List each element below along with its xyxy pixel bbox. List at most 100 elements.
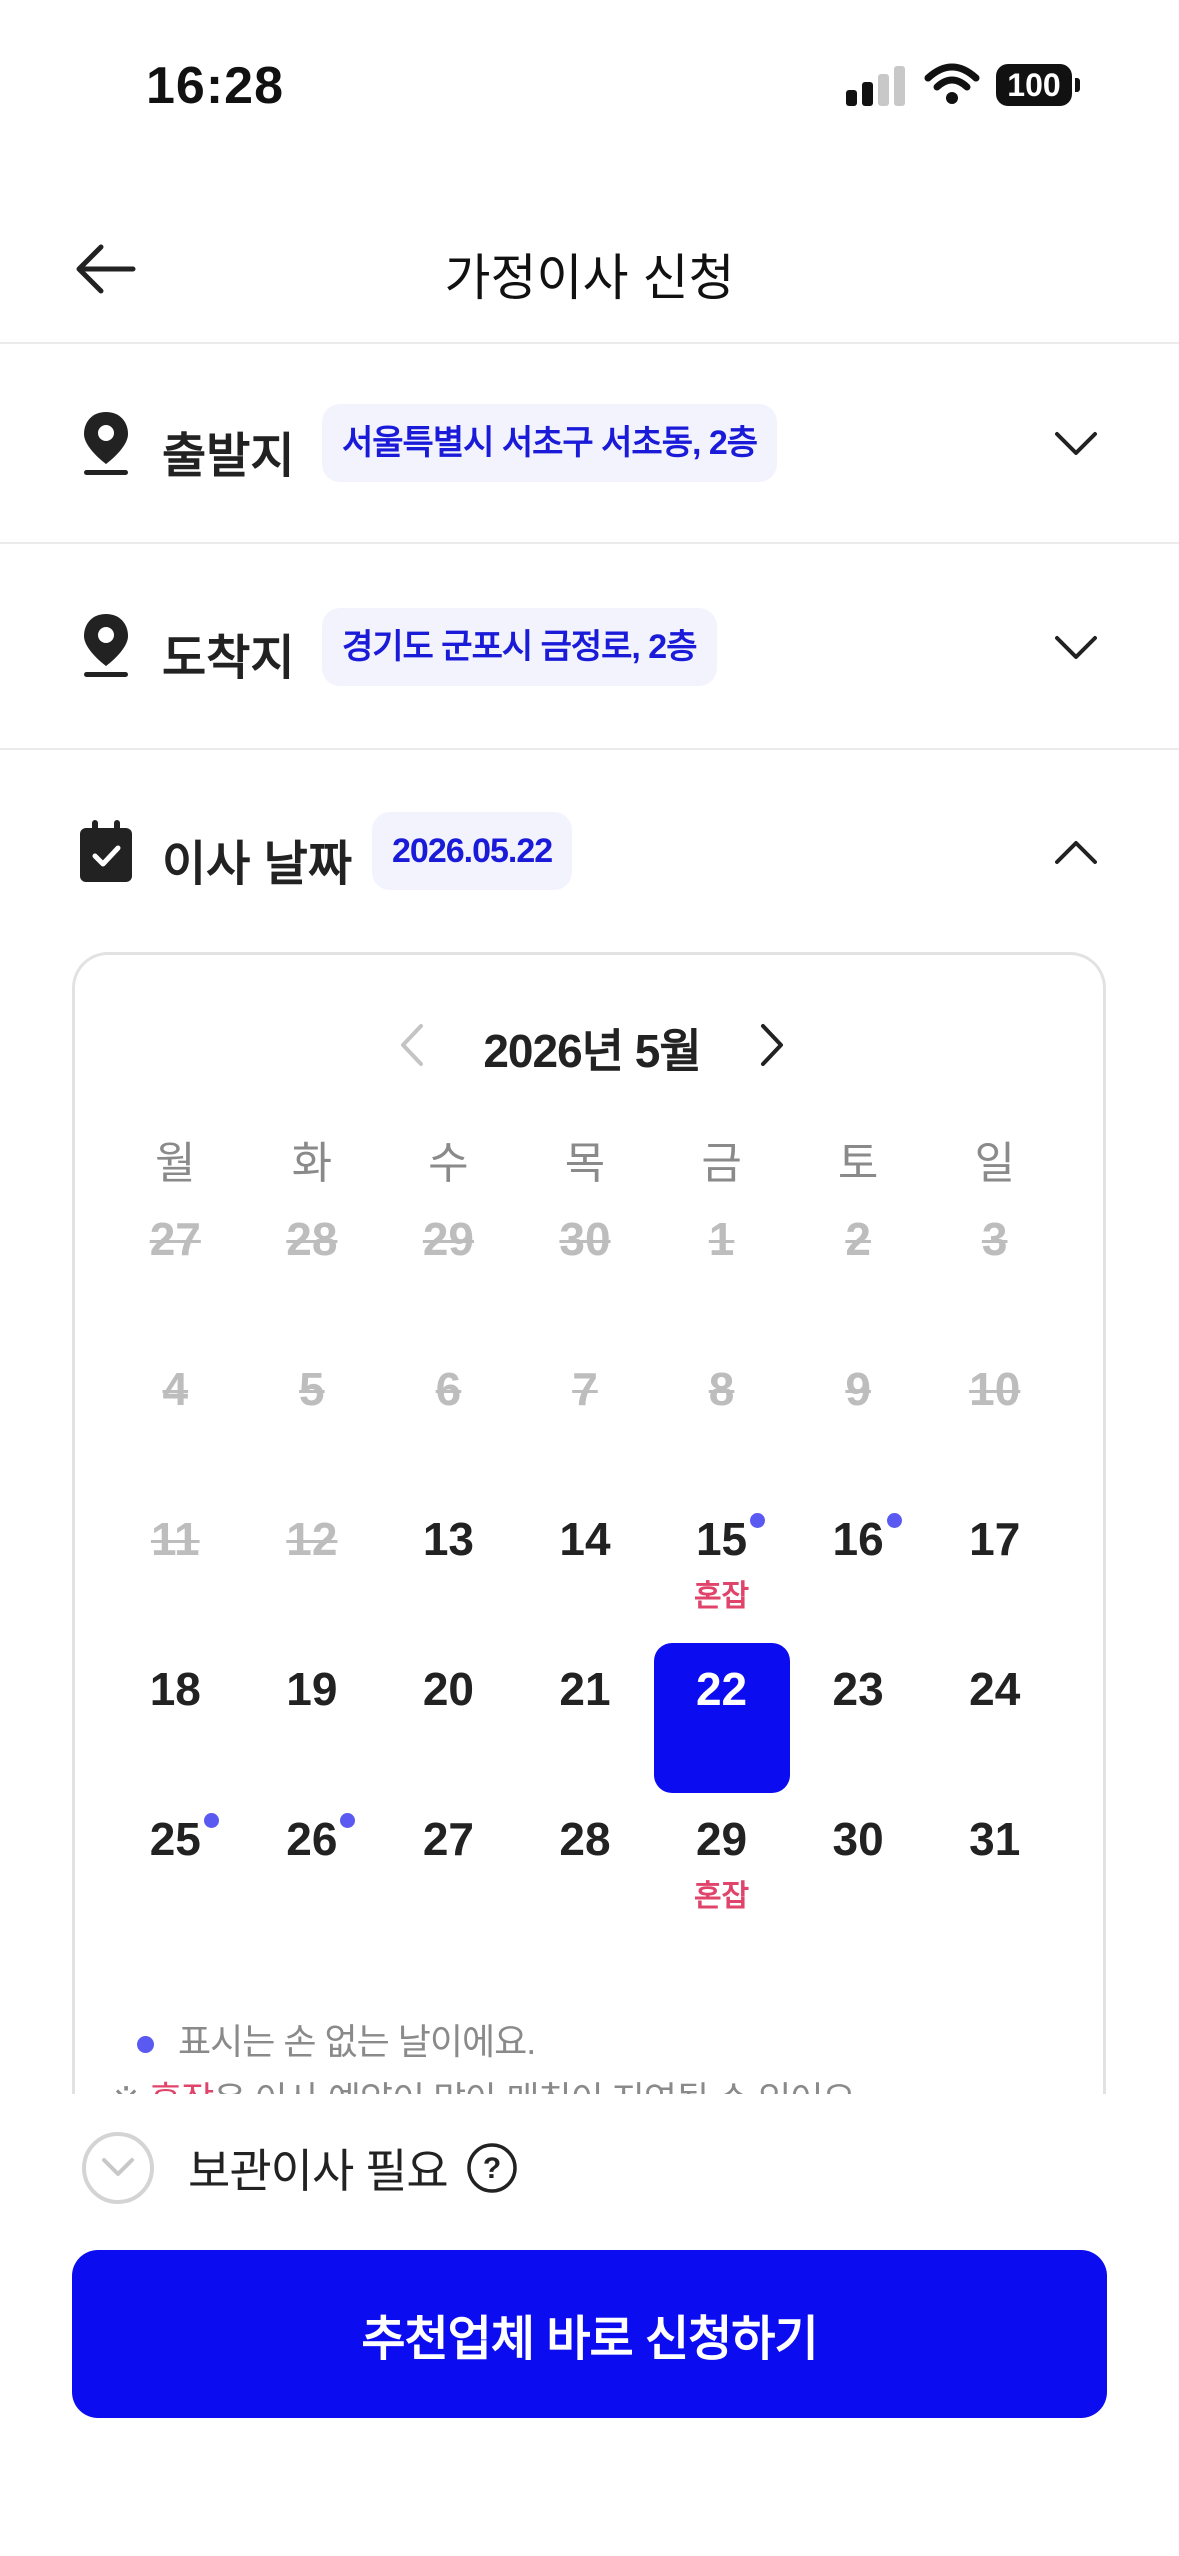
departure-address-chip: 서울특별시 서초구 서초동, 2층 [322,404,778,482]
busy-tag: 혼잡 [693,1580,750,1613]
chevron-up-icon[interactable] [1050,826,1102,878]
weekday-label: 목 [564,1139,606,1188]
no-bad-day-dot-icon [340,1813,356,1828]
day-number: 26 [286,1811,356,1867]
bottom-panel: 보관이사 필요 ? 추천업체 바로 신청하기 [0,2094,1179,2556]
day-number: 10 [969,1363,1021,1415]
wifi-icon [924,62,980,111]
calendar-day[interactable]: 13 [380,1493,517,1643]
calendar-day: 5 [244,1343,381,1493]
calendar-day[interactable]: 26 [244,1793,381,1943]
calendar-day: 9 [790,1343,927,1493]
calendar-day[interactable]: 30 [790,1793,927,1943]
day-number: 28 [286,1213,338,1265]
day-number: 29 [695,1813,748,1865]
day-number: 27 [149,1213,201,1265]
calendar-day[interactable]: 18 [107,1643,244,1793]
calendar-day[interactable]: 15 혼잡 [653,1493,790,1643]
legend-dot-text: 표시는 손 없는 날이에요. [178,2021,536,2062]
storage-move-label: 보관이사 필요 [188,2145,449,2197]
day-number: 21 [559,1663,611,1715]
no-bad-day-dot-icon [886,1513,902,1528]
calendar-day: 8 [653,1343,790,1493]
day-number: 12 [286,1513,338,1565]
day-number: 4 [162,1363,189,1415]
calendar-day[interactable]: 28 [517,1793,654,1943]
calendar-day[interactable]: 21 [517,1643,654,1793]
day-number: 9 [845,1363,871,1415]
day-number: 15 [696,1511,766,1567]
calendar-day[interactable]: 27 [380,1793,517,1943]
arrival-row[interactable]: 도착지 경기도 군포시 금정로, 2층 [0,546,1179,750]
calendar-day: 2 [790,1193,927,1343]
weekday-header: 월 화 수 목 금 토 일 [107,1127,1063,1191]
departure-row[interactable]: 출발지 서울특별시 서초구 서초동, 2층 [0,346,1179,544]
battery-icon: 100 [996,64,1080,106]
calendar-day[interactable]: 17 [926,1493,1063,1643]
calendar-day: 29 [380,1193,517,1343]
day-number: 30 [832,1813,884,1865]
apply-recommended-button[interactable]: 추천업체 바로 신청하기 [72,2250,1107,2418]
day-number: 30 [559,1213,611,1265]
calendar-day: 27 [107,1193,244,1343]
calendar-day[interactable]: 23 [790,1643,927,1793]
calendar: 2026년 5월 월 화 수 목 금 토 일 27 28 29 30 1 2 3 4 5 6 7 8 9… [72,952,1106,2152]
day-number: 23 [832,1663,884,1715]
calendar-day: 11 [107,1493,244,1643]
move-date-chip: 2026.05.22 [372,812,573,890]
chevron-left-icon [401,1024,423,1066]
storage-move-toggle[interactable]: 보관이사 필요 ? [82,2130,518,2206]
svg-text:?: ? [483,2152,501,2185]
day-number: 13 [422,1513,474,1565]
calendar-check-icon [80,820,132,882]
arrival-address-chip: 경기도 군포시 금정로, 2층 [322,608,717,686]
day-number: 7 [572,1363,598,1415]
chevron-down-icon[interactable] [1050,418,1102,470]
battery-level: 100 [996,64,1072,106]
weekday-label: 화 [291,1139,333,1188]
calendar-day[interactable]: 19 [244,1643,381,1793]
day-number: 18 [149,1663,201,1715]
calendar-day: 3 [926,1193,1063,1343]
location-pin-icon [84,614,128,677]
calendar-day[interactable]: 16 [790,1493,927,1643]
no-bad-day-dot-icon [203,1813,219,1828]
day-number: 2 [845,1213,871,1265]
day-number: 20 [422,1663,474,1715]
calendar-day[interactable]: 14 [517,1493,654,1643]
day-number: 8 [708,1363,735,1415]
status-time: 16:28 [146,57,284,115]
busy-tag: 혼잡 [693,1880,750,1913]
day-number: 16 [833,1511,902,1567]
calendar-day[interactable]: 25 [107,1793,244,1943]
calendar-day[interactable]: 31 [926,1793,1063,1943]
day-number: 6 [435,1363,462,1415]
weekday-label: 토 [837,1139,879,1188]
move-date-row[interactable]: 이사 날짜 2026.05.22 [0,752,1179,932]
legend-no-bad-day: 표시는 손 없는 날이에요. [137,2013,536,2065]
next-month-button[interactable] [747,1015,797,1075]
dot-indicator-icon [137,2035,154,2053]
day-number: 1 [708,1213,735,1265]
chevron-down-icon [102,2158,134,2176]
day-number: 24 [969,1663,1021,1715]
calendar-day: 12 [244,1493,381,1643]
day-number: 3 [981,1213,1008,1265]
day-number: 14 [559,1513,611,1565]
day-number: 25 [150,1811,219,1867]
calendar-day-selected[interactable]: 22 [653,1643,790,1793]
calendar-month-title: 2026년 5월 [483,1025,701,1077]
calendar-day[interactable]: 20 [380,1643,517,1793]
calendar-day[interactable]: 24 [926,1643,1063,1793]
checkbox-circle[interactable] [82,2132,154,2204]
help-icon[interactable]: ? [466,2142,518,2194]
chevron-down-icon[interactable] [1050,622,1102,674]
no-bad-day-dot-icon [750,1513,766,1528]
calendar-day[interactable]: 29 혼잡 [653,1793,790,1943]
calendar-day: 6 [380,1343,517,1493]
day-number: 29 [422,1213,474,1265]
calendar-day: 4 [107,1343,244,1493]
prev-month-button[interactable] [387,1015,437,1075]
weekday-label: 금 [701,1139,742,1188]
day-number: 5 [299,1363,325,1415]
